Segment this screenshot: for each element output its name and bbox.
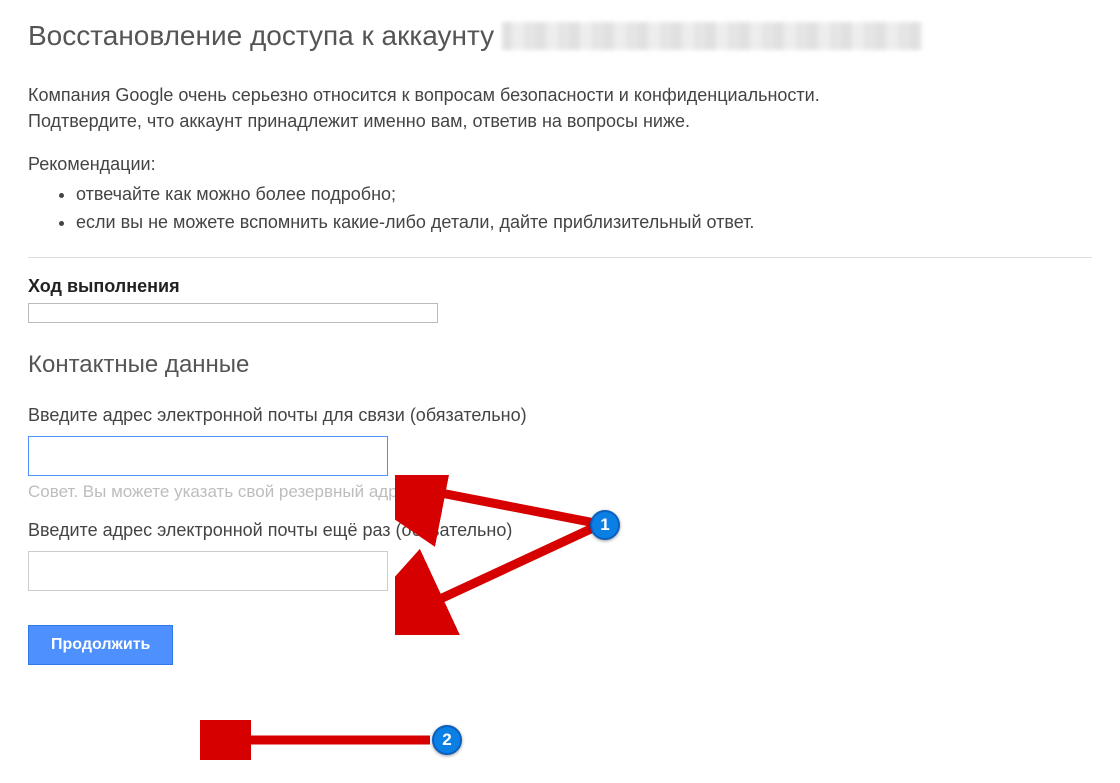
annotation-arrow-2 [200,720,450,760]
confirm-email-input[interactable] [28,551,388,591]
progress-label: Ход выполнения [28,276,1092,297]
intro-line-2: Подтвердите, что аккаунт принадлежит име… [28,111,690,131]
recommendation-item: если вы не можете вспомнить какие-либо д… [76,209,1092,237]
intro-paragraph: Компания Google очень серьезно относится… [28,82,1092,134]
recommendations-label: Рекомендации: [28,154,1092,175]
page-title: Восстановление доступа к аккаунту [28,20,1092,52]
progress-bar [28,303,438,323]
annotation-badge-2: 2 [432,725,462,755]
divider [28,257,1092,258]
recommendation-item: отвечайте как можно более подробно; [76,181,1092,209]
contact-heading: Контактные данные [28,351,1092,379]
intro-line-1: Компания Google очень серьезно относится… [28,85,820,105]
title-text: Восстановление доступа к аккаунту [28,20,494,52]
continue-button[interactable]: Продолжить [28,625,173,665]
email-input[interactable] [28,436,388,476]
redacted-account-name [502,22,922,50]
recommendations-list: отвечайте как можно более подробно; если… [28,181,1092,237]
email-hint: Совет. Вы можете указать свой резервный … [28,482,1092,502]
confirm-email-label: Введите адрес электронной почты ещё раз … [28,520,1092,541]
email-label: Введите адрес электронной почты для связ… [28,405,1092,426]
